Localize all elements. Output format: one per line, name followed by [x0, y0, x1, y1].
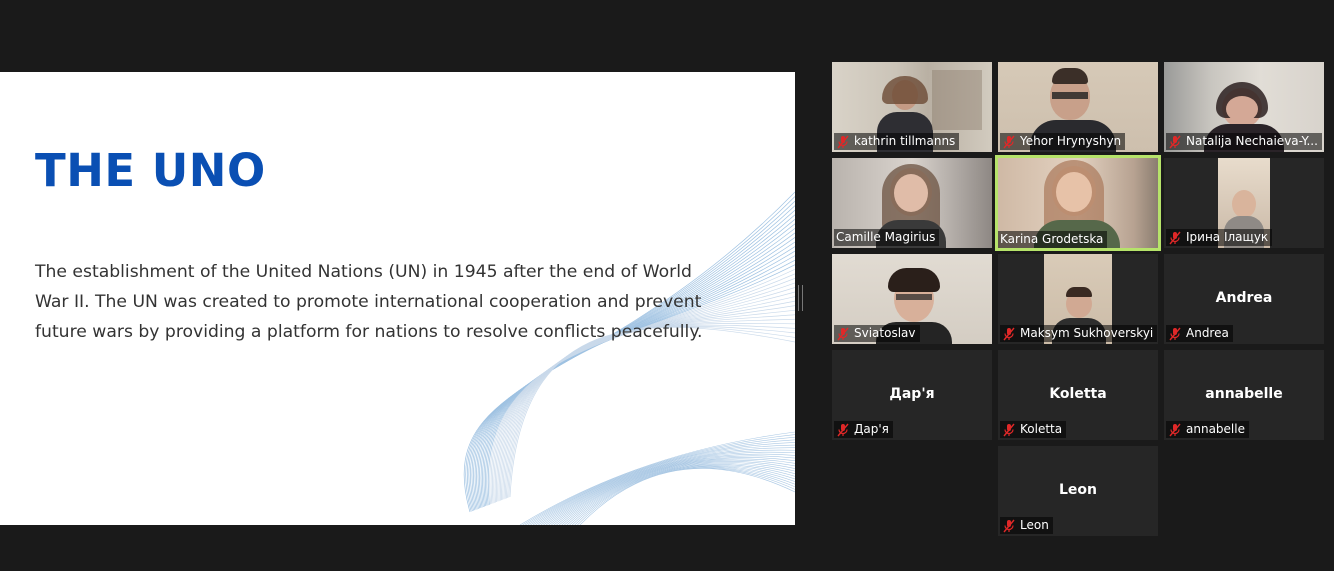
participant-tile[interactable]: Maksym Sukhoverskyi	[998, 254, 1158, 344]
participant-tile[interactable]: kathrin tillmanns	[832, 62, 992, 152]
participant-name-tag: Andrea	[1166, 325, 1233, 342]
participant-name-tag: Ірина Ілащук	[1166, 229, 1273, 246]
participant-name: Karina Grodetska	[1000, 232, 1104, 246]
microphone-muted-icon	[1003, 423, 1015, 436]
participant-tile[interactable]: Natalija Nechaieva-Y...	[1164, 62, 1324, 152]
microphone-muted-icon	[1003, 327, 1015, 340]
participant-name-tag: Camille Magirius	[834, 229, 940, 246]
participant-name-tag: Leon	[1000, 517, 1053, 534]
participant-tile[interactable]: annabelle annabelle	[1164, 350, 1324, 440]
microphone-muted-icon	[1169, 231, 1181, 244]
participant-display-name: Andrea	[1215, 290, 1273, 306]
participant-display-name: Дар'я	[889, 386, 935, 402]
participant-name-tag: Yehor Hrynyshyn	[1000, 133, 1126, 150]
participant-display-name: annabelle	[1205, 386, 1283, 402]
participant-tile[interactable]: Leon Leon	[998, 446, 1158, 536]
participant-tile-active-speaker[interactable]: Karina Grodetska	[995, 155, 1161, 251]
microphone-muted-icon	[1169, 135, 1181, 148]
participant-tile[interactable]: Koletta Koletta	[998, 350, 1158, 440]
participant-name: Ірина Ілащук	[1186, 230, 1269, 244]
participant-name-tag: Natalija Nechaieva-Y...	[1166, 133, 1322, 150]
participant-name: Sviatoslav	[854, 326, 916, 340]
participant-tile[interactable]: Дар'я Дар'я	[832, 350, 992, 440]
participant-name: Yehor Hrynyshyn	[1020, 134, 1122, 148]
participant-name-tag: Sviatoslav	[834, 325, 920, 342]
participant-name: kathrin tillmanns	[854, 134, 956, 148]
participant-tile[interactable]: Ірина Ілащук	[1164, 158, 1324, 248]
shared-screen-slide: THE UNO The establishment of the United …	[0, 72, 795, 525]
participant-name: annabelle	[1186, 422, 1245, 436]
participant-tile[interactable]: Andrea Andrea	[1164, 254, 1324, 344]
participant-name-tag: Дар'я	[834, 421, 893, 438]
participant-name-tag: Koletta	[1000, 421, 1067, 438]
participant-name: Leon	[1020, 518, 1049, 532]
slide-title: THE UNO	[35, 144, 266, 197]
panel-splitter-handle[interactable]	[798, 285, 803, 311]
participant-name: Camille Magirius	[836, 230, 936, 244]
participant-display-name: Leon	[1058, 482, 1097, 498]
participant-name: Дар'я	[854, 422, 889, 436]
microphone-muted-icon	[1169, 423, 1181, 436]
microphone-muted-icon	[837, 423, 849, 436]
participant-name-tag: annabelle	[1166, 421, 1249, 438]
slide-body-text: The establishment of the United Nations …	[35, 262, 703, 342]
participant-name-tag: kathrin tillmanns	[834, 133, 960, 150]
microphone-muted-icon	[1169, 327, 1181, 340]
participant-tile[interactable]: Sviatoslav	[832, 254, 992, 344]
participant-name: Andrea	[1186, 326, 1229, 340]
participant-display-name: Koletta	[1049, 386, 1107, 402]
participant-name: Maksym Sukhoverskyi	[1020, 326, 1154, 340]
participant-tile[interactable]: Camille Magirius	[832, 158, 992, 248]
participant-name-tag: Maksym Sukhoverskyi	[1000, 325, 1158, 342]
microphone-muted-icon	[1003, 519, 1015, 532]
microphone-muted-icon	[837, 135, 849, 148]
microphone-muted-icon	[837, 327, 849, 340]
participant-name: Natalija Nechaieva-Y...	[1186, 134, 1318, 148]
participant-name-tag: Karina Grodetska	[998, 231, 1108, 248]
microphone-muted-icon	[1003, 135, 1015, 148]
participant-name: Koletta	[1020, 422, 1063, 436]
participant-tile[interactable]: Yehor Hrynyshyn	[998, 62, 1158, 152]
